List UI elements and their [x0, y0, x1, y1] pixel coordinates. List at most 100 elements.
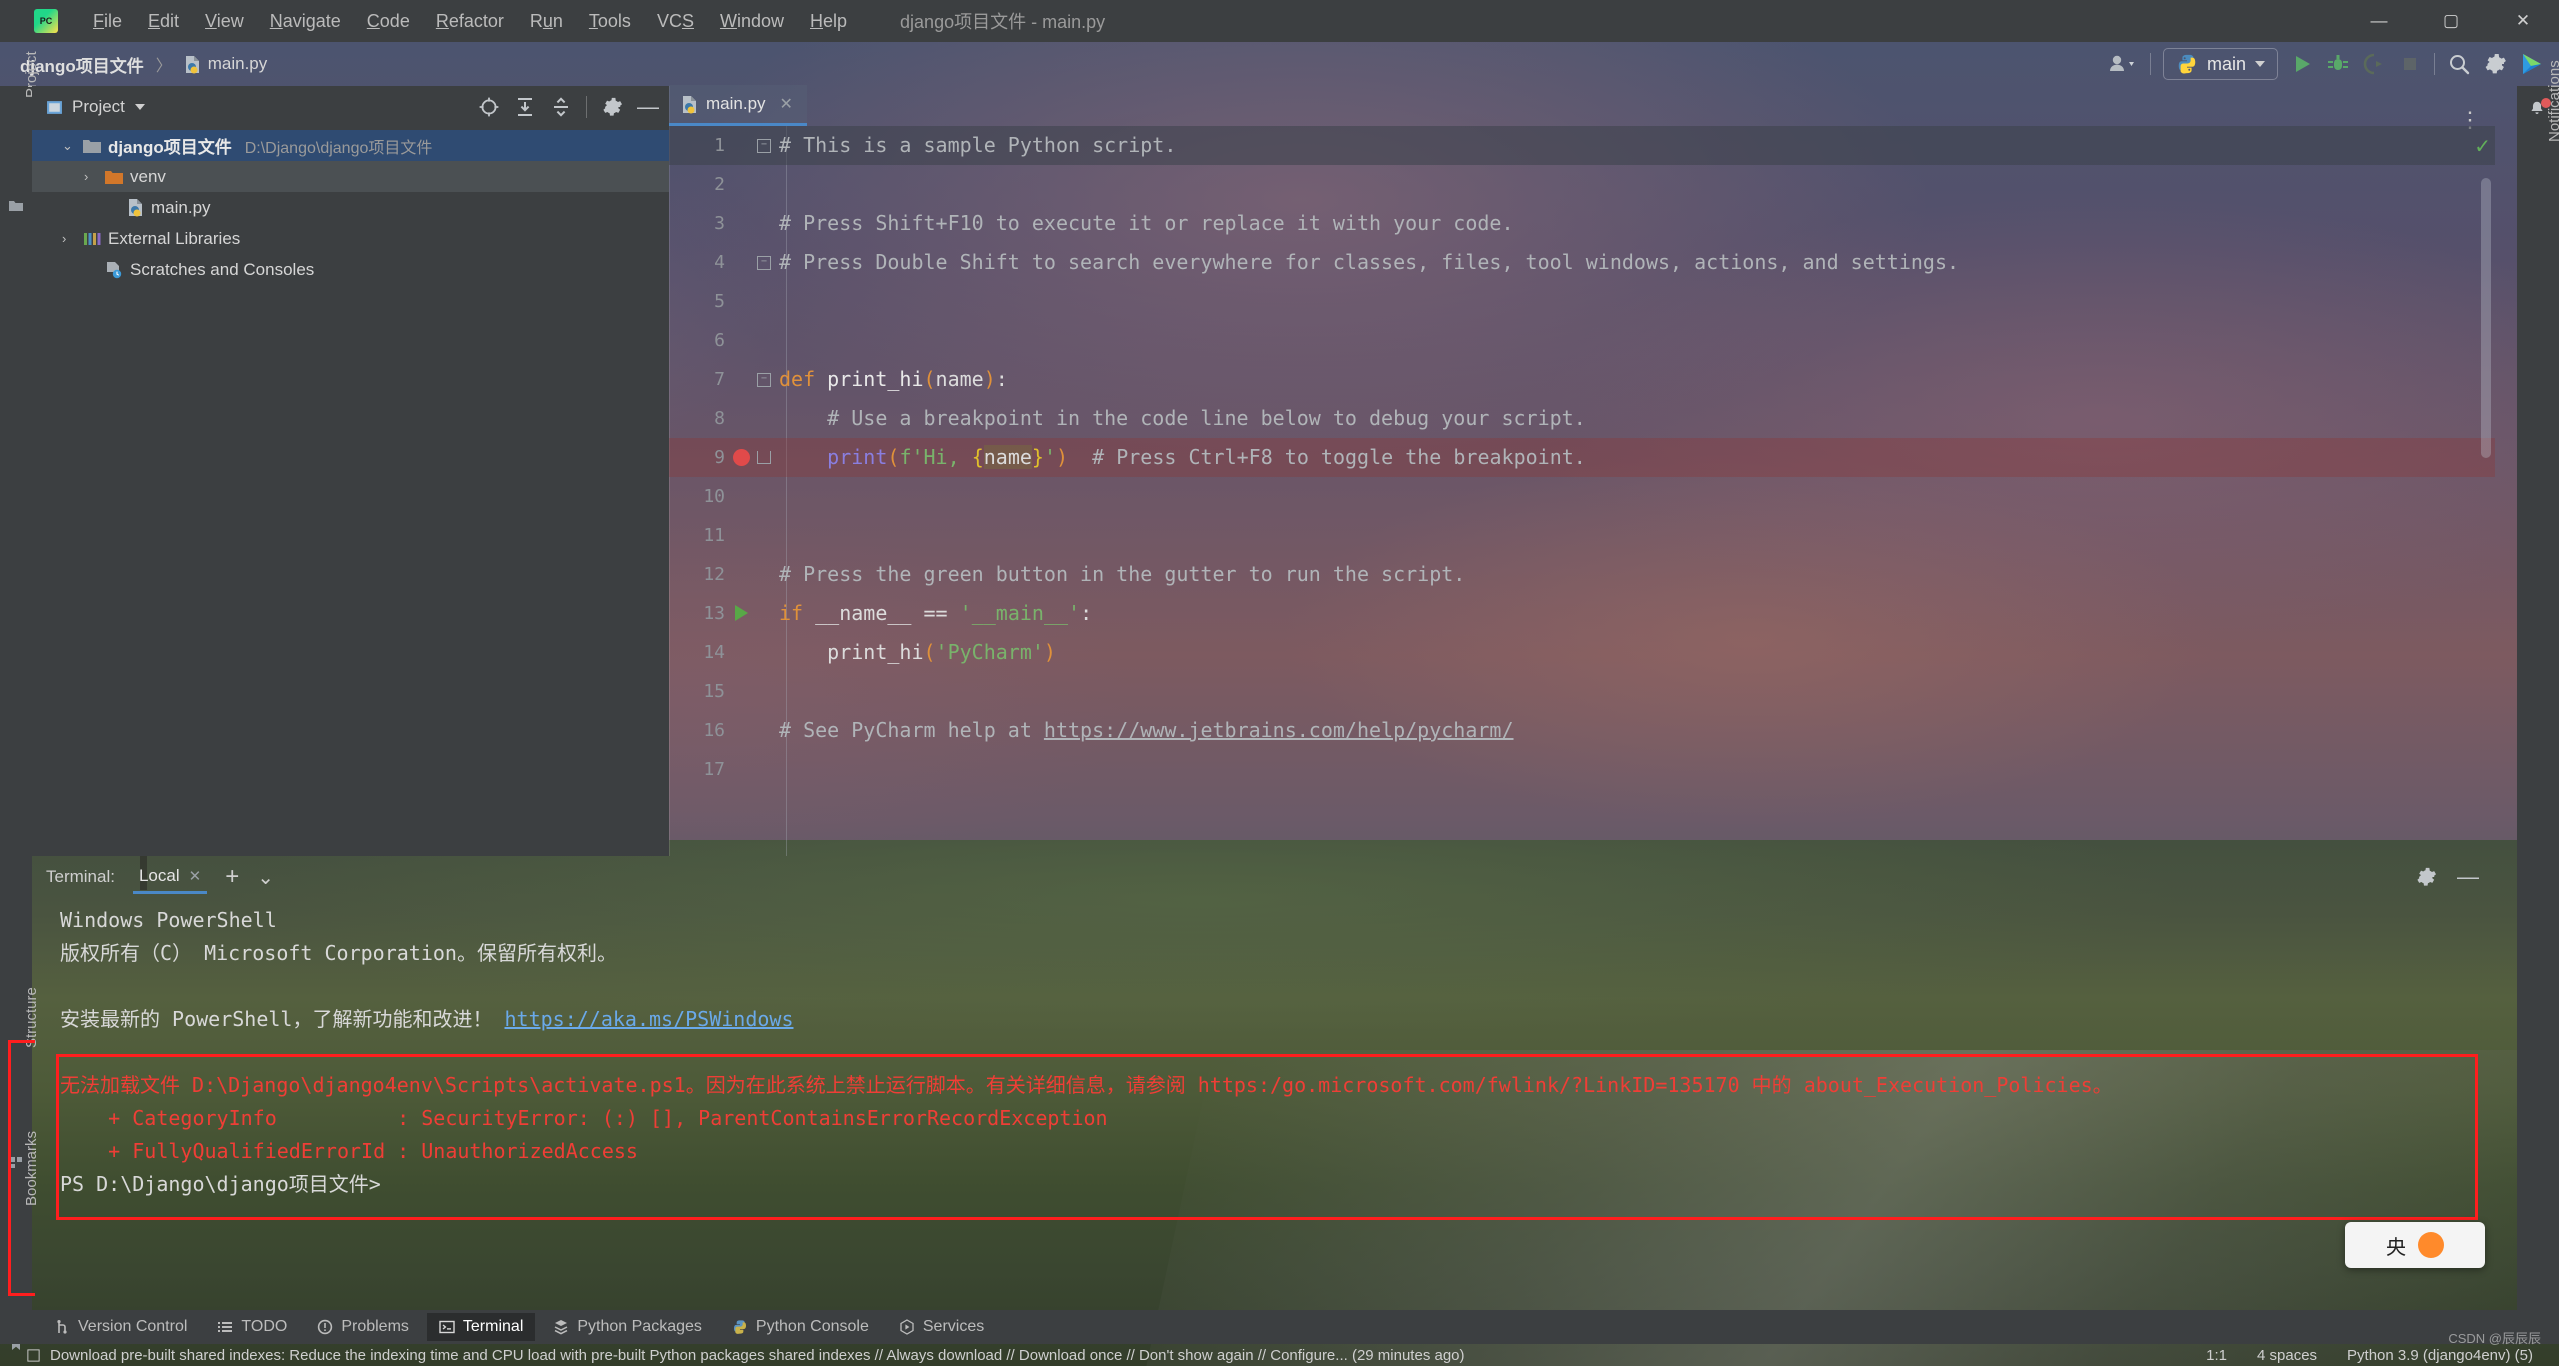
close-icon[interactable]: ✕	[189, 867, 202, 885]
gear-icon[interactable]	[601, 96, 623, 118]
code-line-2: 2	[669, 165, 2495, 204]
code-text: # Press Double Shift to search everywher…	[779, 250, 1960, 274]
fold-marker-icon[interactable]: −	[757, 373, 771, 387]
terminal-header-actions: —	[2415, 866, 2495, 888]
stop-icon	[2398, 52, 2422, 76]
gear-icon[interactable]	[2415, 866, 2437, 888]
code-text: if __name__ == '__main__':	[779, 601, 1093, 625]
menu-item-window[interactable]: Window	[707, 7, 797, 36]
more-options-icon[interactable]: ⋮	[2459, 109, 2483, 131]
line-number: 10	[703, 486, 725, 507]
menu-item-file[interactable]: File	[80, 7, 135, 36]
minimize-button[interactable]: —	[2343, 0, 2415, 42]
menu-item-navigate[interactable]: Navigate	[257, 7, 354, 36]
editor-area: main.py ✕ ⋮ − 1 # This is a sample Python …	[669, 85, 2495, 856]
tree-twisty-icon[interactable]: ⌄	[62, 138, 76, 154]
tool-window-button-services[interactable]: Services	[887, 1313, 996, 1341]
fold-marker-icon[interactable]	[757, 451, 771, 464]
tool-window-button-todo[interactable]: TODO	[205, 1313, 299, 1341]
menu-item-vcs[interactable]: VCS	[644, 7, 707, 36]
interpreter-label[interactable]: Python 3.9 (django4env) (5)	[2347, 1347, 2533, 1364]
menu-item-refactor[interactable]: Refactor	[423, 7, 517, 36]
tree-item-1[interactable]: › venv	[32, 161, 669, 192]
settings-icon[interactable]	[2483, 52, 2507, 76]
terminal-tool-window: Terminal: Local ✕ + ⌄ — Windows PowerShe…	[32, 856, 2495, 1310]
tree-twisty-icon[interactable]: ›	[62, 231, 76, 246]
terminal-line-4	[60, 1036, 2495, 1069]
terminal-tab-local[interactable]: Local ✕	[132, 861, 208, 894]
terminal-link[interactable]: https://aka.ms/PSWindows	[505, 1007, 794, 1031]
terminal-line-3: 安装最新的 PowerShell，了解新功能和改进！ https://aka.m…	[60, 1007, 794, 1031]
tab-main-py[interactable]: main.py ✕	[669, 85, 807, 126]
new-terminal-tab-icon[interactable]: +	[225, 863, 239, 891]
tool-window-label: Version Control	[78, 1318, 188, 1335]
project-scope-chevron-icon[interactable]	[134, 104, 145, 110]
terminal-tabs-chevron-icon[interactable]: ⌄	[257, 865, 274, 890]
tree-item-3[interactable]: › External Libraries	[32, 223, 669, 254]
tool-window-button-problems[interactable]: Problems	[305, 1313, 421, 1341]
search-everywhere-icon[interactable]	[2447, 52, 2471, 76]
user-profile-icon[interactable]	[2108, 54, 2138, 74]
breadcrumb-file[interactable]: main.py	[180, 52, 272, 76]
collapse-all-icon[interactable]	[550, 96, 572, 118]
tool-window-button-version-control[interactable]: Version Control	[42, 1313, 199, 1341]
status-bar: Download pre-built shared indexes: Reduc…	[0, 1344, 2559, 1366]
hide-panel-icon[interactable]: —	[637, 96, 659, 118]
project-view-icon	[47, 100, 62, 114]
menu-item-edit[interactable]: Edit	[135, 7, 192, 36]
editor-scrollbar[interactable]	[2481, 178, 2491, 458]
line-number: 9	[714, 447, 725, 468]
terminal-line-2	[60, 970, 2495, 1003]
menu-item-run[interactable]: Run	[517, 7, 576, 36]
close-button[interactable]: ✕	[2487, 0, 2559, 42]
python-file-icon	[683, 95, 696, 113]
code-text: print_hi('PyCharm')	[779, 640, 1056, 664]
line-number: 12	[703, 564, 725, 585]
tool-window-button-terminal[interactable]: Terminal	[426, 1313, 536, 1341]
tree-item-0[interactable]: ⌄ django项目文件 D:\Django\django项目文件	[32, 130, 669, 161]
status-message[interactable]: Download pre-built shared indexes: Reduc…	[50, 1347, 1465, 1364]
tool-window-button-python-packages[interactable]: Python Packages	[541, 1313, 714, 1341]
menu-item-view[interactable]: View	[192, 7, 257, 36]
navigation-toolbar: main	[2108, 48, 2559, 80]
ime-badge-icon	[2418, 1232, 2444, 1258]
line-number: 17	[703, 759, 725, 780]
code-text: # Press Shift+F10 to execute it or repla…	[779, 211, 1514, 235]
fold-marker-icon[interactable]: −	[757, 139, 771, 153]
run-icon[interactable]	[2290, 52, 2314, 76]
terminal-header: Terminal: Local ✕ + ⌄ —	[32, 856, 2495, 898]
tree-item-2[interactable]: main.py	[32, 192, 669, 223]
indent-setting[interactable]: 4 spaces	[2257, 1347, 2317, 1364]
caret-position[interactable]: 1:1	[2206, 1347, 2227, 1364]
python-file-icon	[127, 198, 144, 217]
info-icon	[27, 1348, 40, 1362]
code-line-8: 8 # Use a breakpoint in the code line be…	[669, 399, 2495, 438]
tree-item-4[interactable]: Scratches and Consoles	[32, 254, 669, 285]
run-gutter-icon[interactable]	[735, 605, 748, 621]
close-icon[interactable]: ✕	[780, 94, 793, 114]
code-editor[interactable]: − 1 # This is a sample Python script. 2 3 # P…	[669, 126, 2495, 856]
select-opened-file-icon[interactable]	[478, 96, 500, 118]
ime-popup[interactable]: 央	[2345, 1222, 2485, 1268]
folder-orange-icon	[105, 169, 123, 184]
breakpoint-icon[interactable]	[733, 449, 750, 466]
menu-item-code[interactable]: Code	[354, 7, 423, 36]
debug-icon[interactable]	[2326, 52, 2350, 76]
expand-all-icon[interactable]	[514, 96, 536, 118]
maximize-button[interactable]: ▢	[2415, 0, 2487, 42]
run-configuration-selector[interactable]: main	[2162, 48, 2278, 80]
tree-twisty-icon[interactable]: ›	[84, 169, 98, 184]
fold-marker-icon[interactable]: −	[757, 256, 771, 270]
terminal-output[interactable]: Windows PowerShell 版权所有（C） Microsoft Corp…	[32, 898, 2495, 1201]
menu-item-tools[interactable]: Tools	[576, 7, 644, 36]
tool-window-button-python-console[interactable]: Python Console	[720, 1313, 881, 1341]
problems-icon	[317, 1319, 333, 1335]
tree-item-label: django项目文件	[108, 138, 232, 157]
sidebar-item-notifications[interactable]: Notifications	[2546, 60, 2559, 142]
inspection-status-icon[interactable]: ✓	[2474, 134, 2491, 159]
hide-panel-icon[interactable]: —	[2457, 866, 2479, 888]
menu-item-help[interactable]: Help	[797, 7, 860, 36]
ai-assistant-icon[interactable]	[2519, 51, 2545, 77]
tool-window-label: Python Packages	[577, 1318, 702, 1335]
pycharm-logo-icon	[34, 9, 58, 33]
